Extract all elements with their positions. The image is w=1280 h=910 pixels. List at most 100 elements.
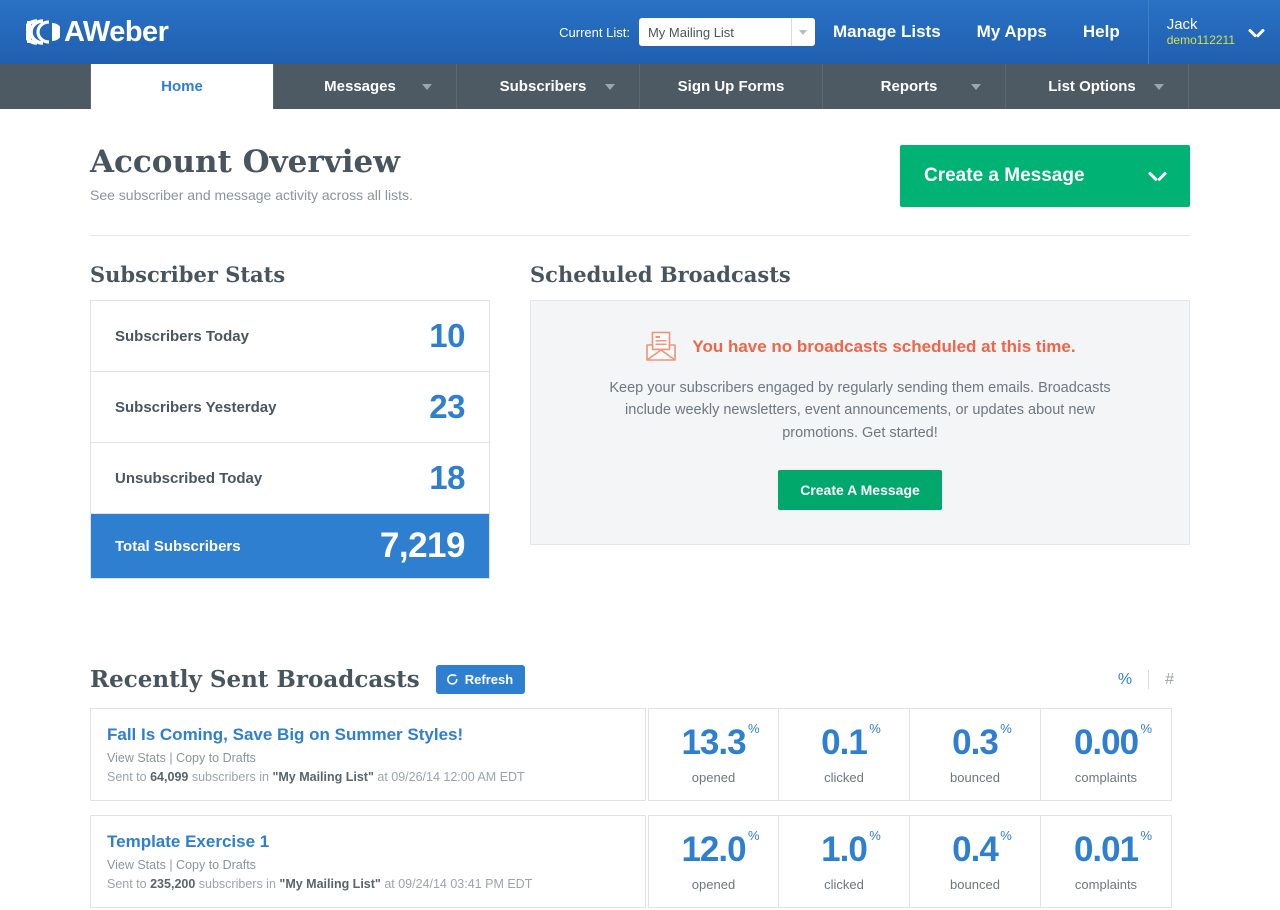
metric-label: clicked: [824, 876, 864, 892]
sent-prefix: Sent to: [107, 877, 147, 891]
chevron-down-icon: [605, 83, 615, 90]
main-nav: Home Messages Subscribers Sign Up Forms …: [0, 64, 1280, 109]
stat-label: Total Subscribers: [115, 537, 241, 555]
chevron-down-icon: [1149, 171, 1166, 181]
copy-to-drafts-link[interactable]: Copy to Drafts: [176, 751, 256, 765]
chevron-down-icon: [1154, 83, 1164, 90]
stat-label: Subscribers Today: [115, 327, 249, 345]
metric-value: 0.01%: [1073, 827, 1152, 869]
empty-state-body: Keep your subscribers engaged by regular…: [609, 380, 1111, 441]
broadcast-metrics: 13.3% opened 0.1% clicked 0.3% bounced 0…: [648, 708, 1172, 801]
subscriber-stats-table: Subscribers Today 10 Subscribers Yesterd…: [90, 300, 490, 579]
broadcast-title[interactable]: Template Exercise 1: [107, 832, 625, 852]
metric-unit: %: [1000, 720, 1012, 736]
stat-value: 7,219: [379, 526, 466, 565]
chevron-down-icon: [790, 18, 815, 46]
metric-label: clicked: [824, 769, 864, 785]
create-a-message-button[interactable]: Create a Message: [900, 145, 1190, 207]
current-list-select[interactable]: My Mailing List: [638, 18, 815, 46]
stat-value: 18: [429, 459, 465, 496]
aweber-logo[interactable]: AWeber: [26, 17, 169, 47]
refresh-label: Refresh: [464, 672, 514, 687]
user-name: Jack: [1166, 16, 1198, 34]
user-menu[interactable]: Jack demo112211: [1147, 0, 1280, 64]
nav-item-home-label: Home: [161, 78, 203, 95]
broadcast-sent-meta: Sent to 235,200 subscribers in "My Maili…: [107, 877, 625, 891]
unit-percent-toggle[interactable]: %: [1102, 671, 1148, 688]
current-list-value: My Mailing List: [647, 24, 734, 40]
chevron-down-icon: [1249, 28, 1264, 37]
nav-item-subscribers[interactable]: Subscribers: [457, 64, 640, 109]
unit-number-toggle[interactable]: #: [1149, 671, 1190, 688]
metric-label: bounced: [950, 876, 1000, 892]
metric-value: 0.1%: [821, 720, 881, 762]
action-separator: |: [169, 751, 173, 765]
envelope-letter-icon: [646, 331, 677, 361]
broadcast-info: Fall Is Coming, Save Big on Summer Style…: [90, 708, 646, 801]
user-handle: demo112211: [1166, 32, 1235, 47]
copy-to-drafts-link[interactable]: Copy to Drafts: [176, 858, 256, 872]
nav-item-reports[interactable]: Reports: [823, 64, 1006, 109]
refresh-button[interactable]: Refresh: [435, 665, 526, 694]
metric-label: opened: [691, 876, 736, 892]
header-nav-my-apps[interactable]: My Apps: [959, 0, 1065, 64]
header-nav-help[interactable]: Help: [1065, 0, 1138, 64]
page-title: Account Overview: [90, 144, 400, 180]
metric-label: opened: [691, 769, 736, 785]
empty-state-title: You have no broadcasts scheduled at this…: [692, 337, 1076, 356]
metric-value: 0.00%: [1073, 720, 1152, 762]
subscriber-stats-section: Subscriber Stats Subscribers Today 10 Su…: [90, 236, 490, 579]
nav-item-list-options[interactable]: List Options: [1006, 64, 1189, 109]
sent-prefix: Sent to: [107, 770, 147, 784]
table-row: Fall Is Coming, Save Big on Summer Style…: [90, 708, 1190, 801]
broadcast-actions: View Stats | Copy to Drafts: [107, 858, 625, 872]
metric-clicked: 1.0% clicked: [779, 815, 910, 908]
metric-unit: %: [748, 720, 760, 736]
page-header: Account Overview See subscriber and mess…: [90, 145, 1190, 207]
nav-item-sign-up-forms[interactable]: Sign Up Forms: [640, 64, 823, 109]
nav-item-home[interactable]: Home: [90, 64, 274, 109]
metric-unit: %: [1140, 720, 1153, 736]
metric-value: 12.0%: [681, 827, 759, 869]
metric-bounced: 0.4% bounced: [910, 815, 1041, 908]
action-separator: |: [169, 858, 173, 872]
broadcast-title[interactable]: Fall Is Coming, Save Big on Summer Style…: [107, 725, 625, 745]
metric-label: complaints: [1074, 876, 1138, 892]
metric-value: 1.0%: [821, 827, 881, 869]
nav-item-messages[interactable]: Messages: [274, 64, 457, 109]
metric-bounced: 0.3% bounced: [910, 708, 1041, 801]
broadcast-info: Template Exercise 1 View Stats | Copy to…: [90, 815, 646, 908]
scheduled-broadcasts-section: Scheduled Broadcasts You have no broadca…: [530, 236, 1190, 579]
header-right-cluster: Current List: My Mailing List Manage Lis…: [559, 0, 1280, 64]
sent-list-name: "My Mailing List": [272, 770, 374, 784]
nav-item-subscribers-label: Subscribers: [499, 78, 587, 95]
metric-value: 0.3%: [952, 720, 1012, 762]
metric-complaints: 0.01% complaints: [1041, 815, 1172, 908]
stat-row-subscribers-today: Subscribers Today 10: [91, 301, 489, 372]
stat-label: Unsubscribed Today: [115, 469, 263, 487]
broadcast-sent-meta: Sent to 64,099 subscribers in "My Mailin…: [107, 770, 625, 784]
sent-count: 235,200: [150, 877, 196, 891]
broadcast-metrics: 12.0% opened 1.0% clicked 0.4% bounced 0…: [648, 815, 1172, 908]
recently-sent-header: Recently Sent Broadcasts Refresh % #: [90, 665, 1190, 694]
sent-count: 64,099: [150, 770, 189, 784]
scheduled-broadcasts-title: Scheduled Broadcasts: [530, 262, 791, 287]
subscriber-stats-title: Subscriber Stats: [90, 262, 286, 287]
sent-timestamp: at 09/26/14 12:00 AM EDT: [377, 770, 525, 784]
view-stats-link[interactable]: View Stats: [107, 858, 166, 872]
create-a-message-secondary-button[interactable]: Create A Message: [778, 470, 942, 511]
scheduled-broadcasts-empty-panel: You have no broadcasts scheduled at this…: [530, 300, 1190, 546]
top-header: AWeber Current List: My Mailing List Man…: [0, 0, 1280, 64]
table-row: Template Exercise 1 View Stats | Copy to…: [90, 815, 1190, 908]
metric-unit: %: [1000, 827, 1012, 843]
header-nav-manage-lists[interactable]: Manage Lists: [815, 0, 959, 64]
metric-opened: 12.0% opened: [648, 815, 779, 908]
metric-unit: %: [869, 827, 881, 843]
create-a-message-label: Create a Message: [924, 165, 1085, 186]
metric-label: complaints: [1074, 769, 1138, 785]
view-stats-link[interactable]: View Stats: [107, 751, 166, 765]
metric-opened: 13.3% opened: [648, 708, 779, 801]
broadcast-actions: View Stats | Copy to Drafts: [107, 751, 625, 765]
stat-value: 23: [429, 388, 465, 425]
